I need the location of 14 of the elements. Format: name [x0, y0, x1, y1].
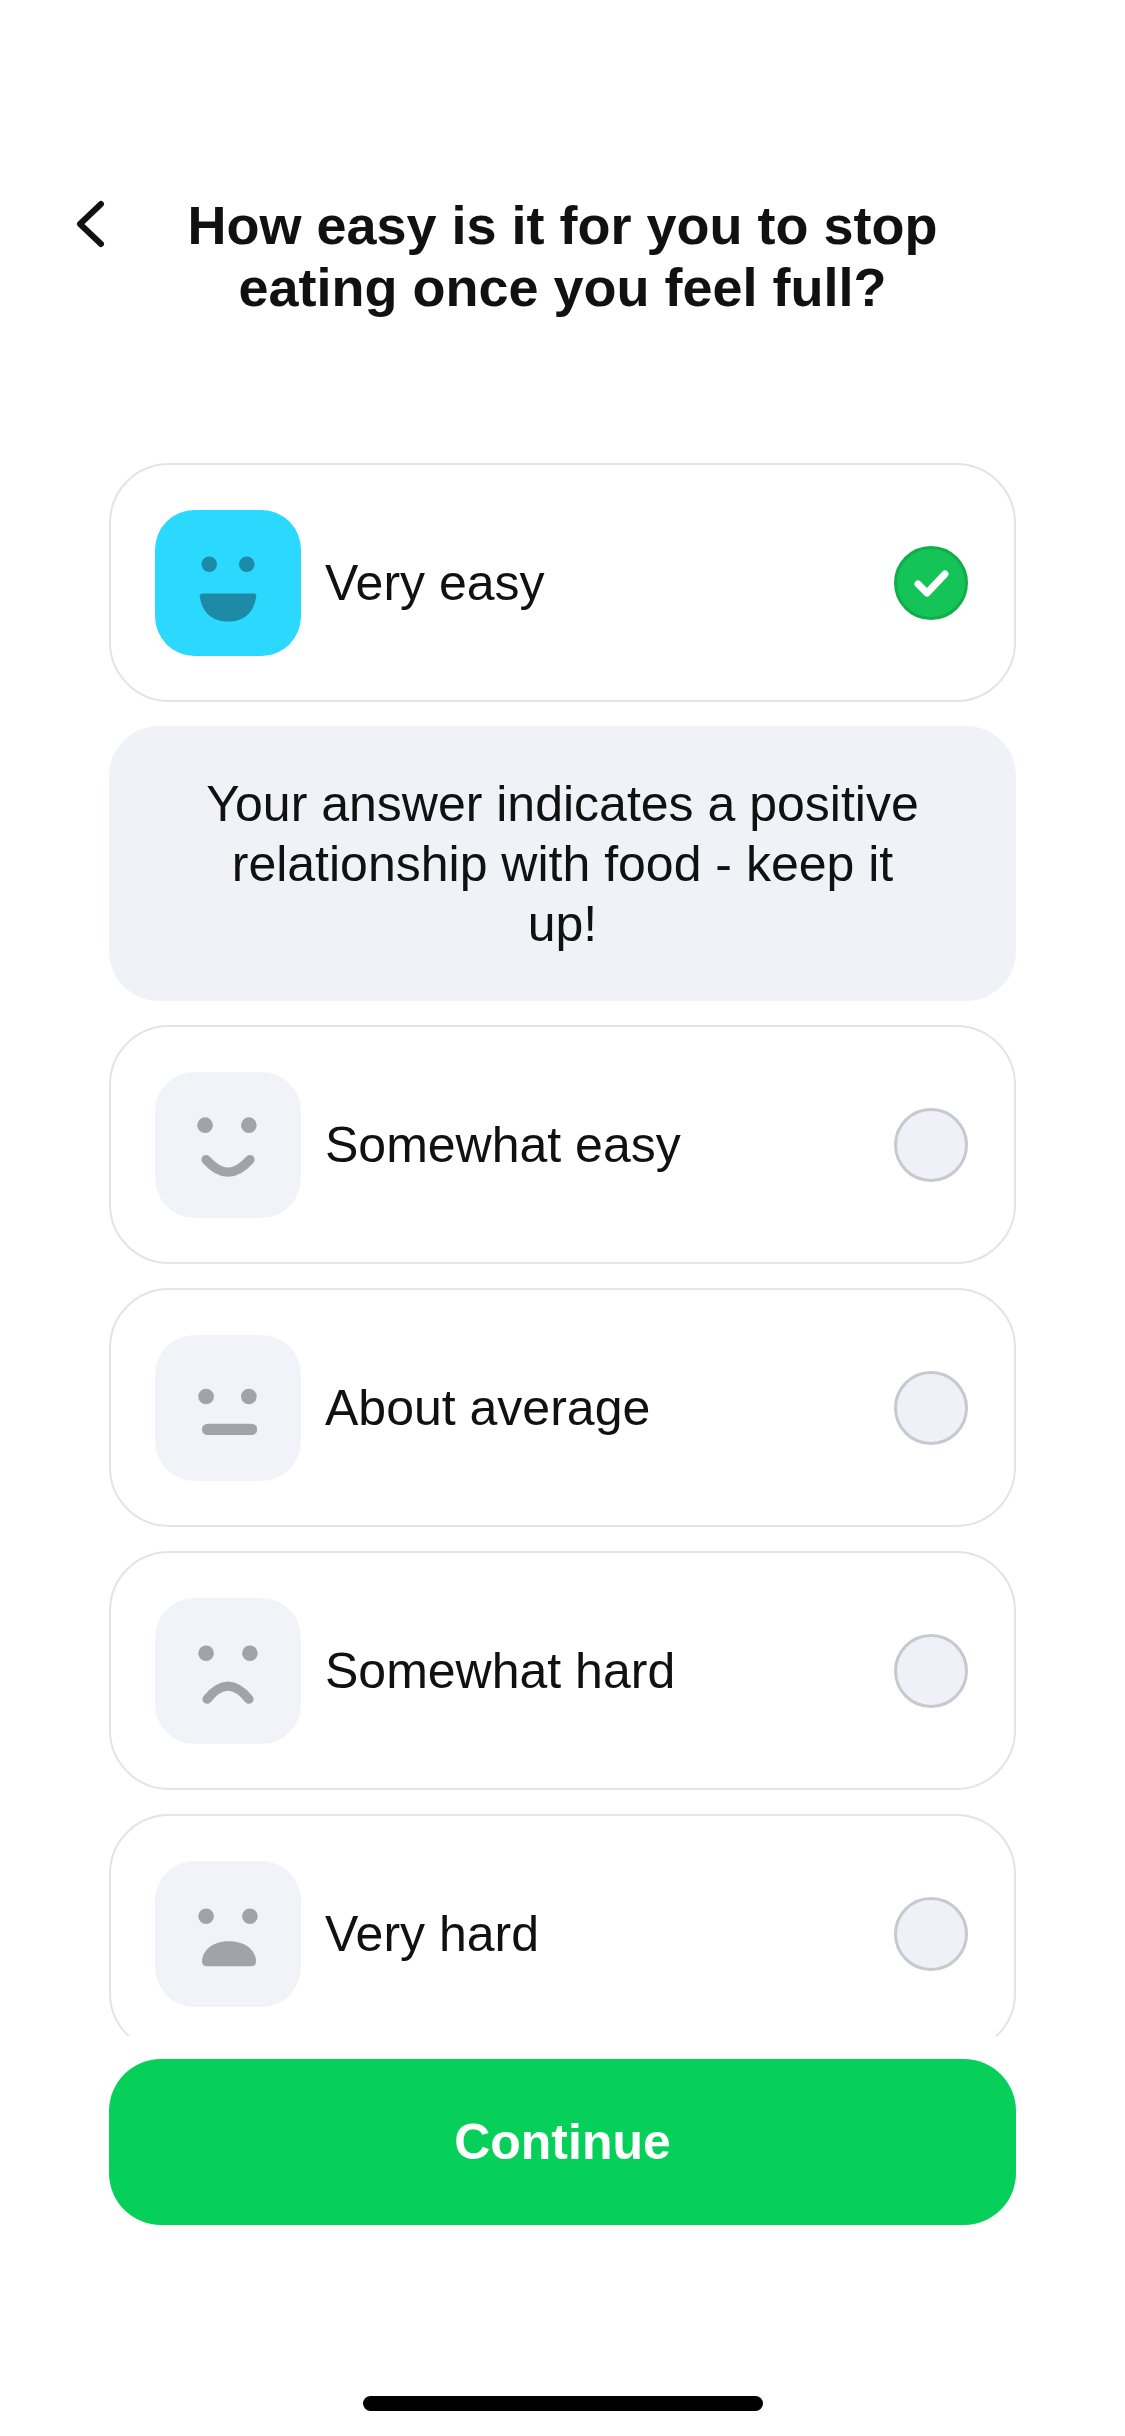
answer-option[interactable]: About average: [109, 1288, 1016, 1527]
feedback-message: Your answer indicates a positive relationship with food - keep it up!: [109, 726, 1016, 1001]
back-icon[interactable]: [74, 200, 106, 248]
answer-option[interactable]: Somewhat hard: [109, 1551, 1016, 1790]
smiling-face-icon: [155, 1071, 301, 1218]
answer-option[interactable]: Very easy: [109, 463, 1016, 702]
answer-option[interactable]: Somewhat easy: [109, 1025, 1016, 1264]
answer-option[interactable]: Very hard: [109, 1814, 1016, 2036]
check-icon[interactable]: [894, 545, 968, 620]
frowning-face-icon: [155, 1597, 301, 1744]
question-title: How easy is it for you to stop eating once you feel full?: [186, 194, 939, 318]
sad-face-icon: [155, 1860, 301, 2007]
grinning-face-icon: [155, 509, 301, 656]
neutral-face-icon: [155, 1334, 301, 1481]
